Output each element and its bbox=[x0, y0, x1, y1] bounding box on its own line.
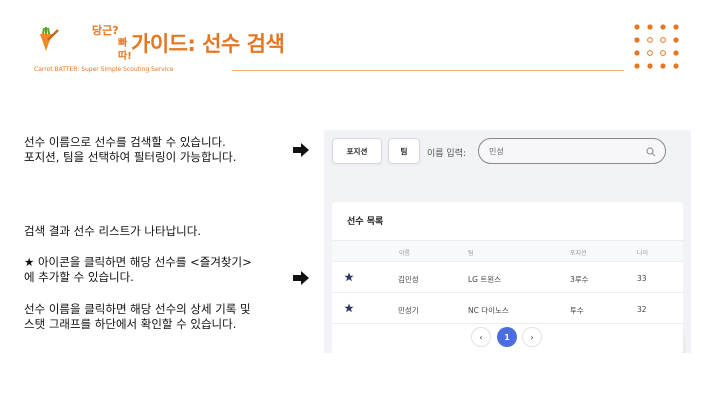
player-position: 3루수 bbox=[570, 275, 589, 284]
app-screenshot-panel: 포지션 팀 이름 입력: 선수 목록 이름 팀 포지션 나이 김민성 LG 트윈… bbox=[324, 130, 691, 353]
search-input[interactable] bbox=[489, 144, 639, 158]
column-header-name: 이름 bbox=[399, 250, 411, 257]
next-page-button[interactable]: › bbox=[522, 327, 542, 347]
player-position: 투수 bbox=[570, 306, 584, 315]
carrot-icon bbox=[40, 27, 59, 51]
player-age: 32 bbox=[637, 305, 647, 314]
decorative-dot-grid bbox=[634, 24, 679, 69]
logo: 당근? 빠따! bbox=[34, 20, 132, 62]
prev-page-button[interactable]: ‹ bbox=[471, 327, 491, 347]
page-title: 가이드: 선수 검색 bbox=[131, 32, 285, 56]
column-header-team: 팀 bbox=[468, 250, 474, 257]
player-age: 33 bbox=[637, 274, 647, 283]
search-icon[interactable] bbox=[646, 147, 656, 157]
description-favorite: ★ 아이콘을 클릭하면 해당 선수를 <즐겨찾기> 에 추가할 수 있습니다. bbox=[24, 255, 252, 284]
logo-line-2: 빠따! bbox=[118, 38, 132, 62]
search-label: 이름 입력: bbox=[427, 149, 467, 159]
column-header-position: 포지션 bbox=[570, 250, 587, 257]
player-name-link[interactable]: 김민성 bbox=[398, 274, 419, 285]
player-team: LG 트윈스 bbox=[468, 275, 502, 284]
table-row: 민성기 NC 다이노스 투수 32 bbox=[332, 294, 683, 324]
logo-line-1: 당근? bbox=[92, 24, 119, 37]
table-header: 이름 팀 포지션 나이 bbox=[332, 240, 683, 262]
arrow-right-icon bbox=[293, 271, 309, 285]
description-search: 선수 이름으로 선수를 검색할 수 있습니다. 포지션, 팀을 선택하여 필터링… bbox=[24, 135, 237, 164]
team-filter-button[interactable]: 팀 bbox=[388, 138, 420, 164]
player-team: NC 다이노스 bbox=[468, 306, 509, 315]
star-icon[interactable] bbox=[344, 303, 354, 313]
position-filter-button[interactable]: 포지션 bbox=[332, 138, 382, 164]
star-icon[interactable] bbox=[344, 272, 354, 282]
list-title: 선수 목록 bbox=[347, 217, 384, 227]
player-name-link[interactable]: 민성기 bbox=[398, 305, 419, 316]
search-field[interactable] bbox=[478, 138, 666, 164]
header-divider bbox=[232, 70, 624, 71]
description-details: 선수 이름을 클릭하면 해당 선수의 상세 기록 및 스탯 그래프를 하단에서 … bbox=[24, 302, 251, 331]
page-1-button[interactable]: 1 bbox=[497, 327, 517, 347]
column-header-age: 나이 bbox=[637, 250, 649, 257]
page-subtitle: Carrot BATTER: Super Simple Scouting Ser… bbox=[34, 66, 174, 73]
table-row: 김민성 LG 트윈스 3루수 33 bbox=[332, 263, 683, 293]
arrow-right-icon bbox=[293, 143, 309, 157]
description-results: 검색 결과 선수 리스트가 나타납니다. bbox=[24, 224, 201, 238]
